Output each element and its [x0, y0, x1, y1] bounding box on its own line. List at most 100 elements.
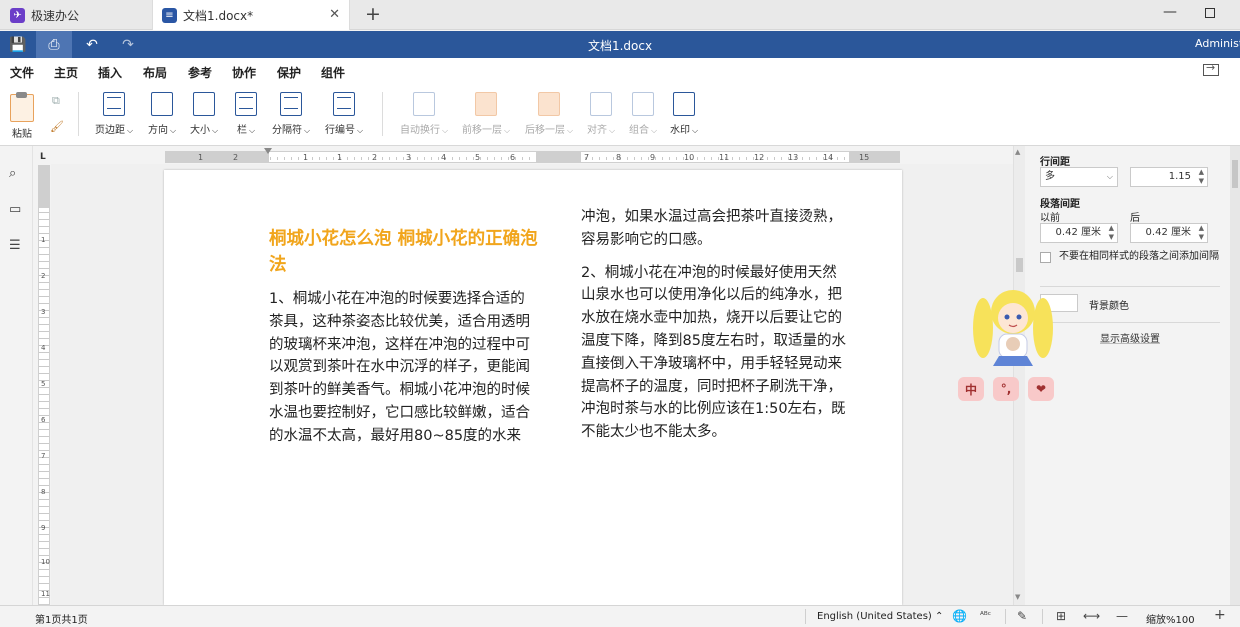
- minimize-button[interactable]: —: [1163, 4, 1177, 20]
- navigation-icon[interactable]: ☰: [9, 238, 21, 253]
- right-column[interactable]: 冲泡，如果水温过高会把茶叶直接烫熟，容易影响它的口感。 2、桐城小花在冲泡的时候…: [581, 206, 849, 454]
- background-color-label: 背景颜色: [1089, 301, 1129, 312]
- spacing-before-value: 0.42 厘米: [1055, 227, 1101, 238]
- ruler-number: 7: [41, 452, 46, 460]
- chevron-down-icon: ⌵: [692, 126, 699, 135]
- search-icon[interactable]: ⌕: [9, 166, 16, 181]
- ruler-number: 9: [41, 524, 46, 532]
- margins-icon: [103, 92, 126, 116]
- line-spacing-mode-select[interactable]: 多 ⌵: [1040, 167, 1118, 187]
- breaks-button[interactable]: 分隔符 ⌵: [272, 92, 310, 136]
- ruler-number: 11: [719, 153, 730, 162]
- bring-forward-button[interactable]: 前移一层 ⌵: [462, 92, 510, 136]
- mascot-chinese-button[interactable]: 中: [958, 377, 984, 401]
- send-backward-button[interactable]: 后移一层 ⌵: [525, 92, 573, 136]
- menu-insert[interactable]: 插入: [98, 64, 122, 81]
- advanced-settings-link[interactable]: 显示高级设置: [1100, 330, 1160, 345]
- group-label: 组合: [629, 125, 649, 136]
- wrap-text-label: 自动换行: [400, 125, 440, 136]
- rocket-icon: ✈: [10, 7, 25, 23]
- chevron-down-icon: ⌵: [170, 126, 177, 135]
- zoom-in-icon[interactable]: +: [1214, 607, 1226, 623]
- columns-icon: [235, 92, 257, 116]
- divider: [1040, 322, 1220, 323]
- globe-icon[interactable]: 🌐: [952, 609, 967, 623]
- ruler-number: 3: [406, 153, 412, 162]
- paragraph[interactable]: 冲泡，如果水温过高会把茶叶直接烫熟，容易影响它的口感。: [581, 206, 849, 252]
- horizontal-ruler[interactable]: 1 2 1 1 2 3 4 5 6 7 8 9 10 11 12 13 14 1…: [165, 151, 900, 163]
- panel-scrollbar[interactable]: [1230, 146, 1240, 605]
- track-changes-icon[interactable]: ✎: [1017, 609, 1027, 623]
- tab-app-home[interactable]: ✈ 极速办公: [0, 0, 150, 30]
- menu-home[interactable]: 主页: [54, 64, 78, 81]
- paragraph[interactable]: 1、桐城小花在冲泡的时候要选择合适的茶具，这种茶姿态比较优美，适合用透明的玻璃杯…: [269, 288, 537, 448]
- menu-collaborate[interactable]: 协作: [232, 64, 256, 81]
- menu-layout[interactable]: 布局: [143, 64, 168, 87]
- language-selector[interactable]: English (United States) ⌃: [817, 611, 943, 622]
- scrollbar-thumb[interactable]: [1232, 160, 1238, 188]
- chevron-down-icon: ⌵: [609, 126, 616, 135]
- no-space-checkbox-label[interactable]: 不要在相同样式的段落之间添加间隔: [1059, 250, 1219, 264]
- comment-icon[interactable]: ▭: [9, 202, 21, 217]
- line-spacing-input[interactable]: 1.15 ▲ ▼: [1130, 167, 1208, 187]
- watermark-button[interactable]: 水印 ⌵: [670, 92, 698, 136]
- document-scrollbar[interactable]: ▲ ▼: [1013, 146, 1025, 605]
- line-numbers-button[interactable]: 行编号 ⌵: [325, 92, 363, 136]
- fit-width-icon[interactable]: ⟷: [1083, 609, 1100, 623]
- tab-stop-selector[interactable]: L: [40, 153, 49, 162]
- spinner-icon[interactable]: ▲ ▼: [1199, 224, 1204, 242]
- format-painter-icon[interactable]: 🖌: [50, 120, 64, 133]
- zoom-level: 缩放%100: [1146, 615, 1195, 626]
- paste-button[interactable]: 粘贴: [10, 92, 34, 140]
- left-column[interactable]: 1、桐城小花在冲泡的时候要选择合适的茶具，这种茶姿态比较优美，适合用透明的玻璃杯…: [269, 288, 537, 458]
- menu-plugins[interactable]: 组件: [321, 64, 345, 81]
- no-space-checkbox[interactable]: [1040, 252, 1051, 263]
- copy-icon[interactable]: ⧉: [52, 94, 60, 108]
- maximize-button[interactable]: [1205, 8, 1215, 18]
- tab-document-label: 文档1.docx*: [183, 8, 254, 23]
- ruler-number: 8: [616, 153, 622, 162]
- document-page[interactable]: 桐城小花怎么泡 桐城小花的正确泡法 1、桐城小花在冲泡的时候要选择合适的茶具，这…: [164, 170, 902, 605]
- columns-button[interactable]: 栏 ⌵: [235, 92, 257, 136]
- mascot-heart-button[interactable]: ❤: [1028, 377, 1054, 401]
- scrollbar-thumb[interactable]: [1016, 258, 1023, 272]
- menu-protect[interactable]: 保护: [277, 64, 301, 81]
- open-location-icon[interactable]: [1203, 61, 1219, 76]
- document-title: 文档1.docx: [587, 39, 653, 53]
- spinner-icon[interactable]: ▲ ▼: [1109, 224, 1114, 242]
- ruler-number: 1: [303, 153, 309, 162]
- ruler-number: 12: [754, 153, 765, 162]
- mascot-character[interactable]: [965, 280, 1060, 372]
- margins-button[interactable]: 页边距 ⌵: [95, 92, 133, 136]
- new-tab-button[interactable]: +: [365, 3, 381, 25]
- menu-references[interactable]: 参考: [188, 64, 212, 81]
- scroll-down-icon[interactable]: ▼: [1015, 593, 1020, 601]
- orientation-button[interactable]: 方向 ⌵: [148, 92, 176, 136]
- send-backward-icon: [538, 92, 561, 116]
- ruler-number: 13: [788, 153, 799, 162]
- ruler-number: 10: [684, 153, 695, 162]
- mascot-punctuation-button[interactable]: °,: [993, 377, 1019, 401]
- wrap-text-button[interactable]: 自动换行 ⌵: [400, 92, 448, 136]
- align-button[interactable]: 对齐 ⌵: [587, 92, 615, 136]
- group-button[interactable]: 组合 ⌵: [629, 92, 657, 136]
- paragraph[interactable]: 2、桐城小花在冲泡的时候最好使用天然山泉水也可以使用净化以后的纯净水，把水放在烧…: [581, 262, 849, 444]
- user-name[interactable]: Administra: [1195, 37, 1240, 50]
- fit-page-icon[interactable]: ⊞: [1056, 609, 1066, 623]
- menu-file[interactable]: 文件: [10, 64, 34, 81]
- chevron-down-icon: ⌵: [304, 126, 311, 135]
- spinner-icon[interactable]: ▲ ▼: [1199, 168, 1204, 186]
- size-button[interactable]: 大小 ⌵: [190, 92, 218, 136]
- spacing-before-input[interactable]: 0.42 厘米 ▲ ▼: [1040, 223, 1118, 243]
- close-icon[interactable]: ✕: [329, 7, 340, 22]
- tab-document[interactable]: ≡ 文档1.docx* ✕: [152, 0, 350, 30]
- spellcheck-icon[interactable]: ᴬᴮᶜ: [980, 611, 991, 621]
- vertical-ruler[interactable]: 1 2 3 4 5 6 7 8 9 10 11: [38, 165, 50, 605]
- zoom-out-icon[interactable]: —: [1116, 609, 1128, 623]
- page-size-icon: [193, 92, 216, 116]
- spacing-after-input[interactable]: 0.42 厘米 ▲ ▼: [1130, 223, 1208, 243]
- ruler-number: 2: [372, 153, 378, 162]
- spacing-before-label: 以前: [1040, 213, 1060, 224]
- scroll-up-icon[interactable]: ▲: [1015, 148, 1020, 156]
- document-heading[interactable]: 桐城小花怎么泡 桐城小花的正确泡法: [269, 226, 539, 278]
